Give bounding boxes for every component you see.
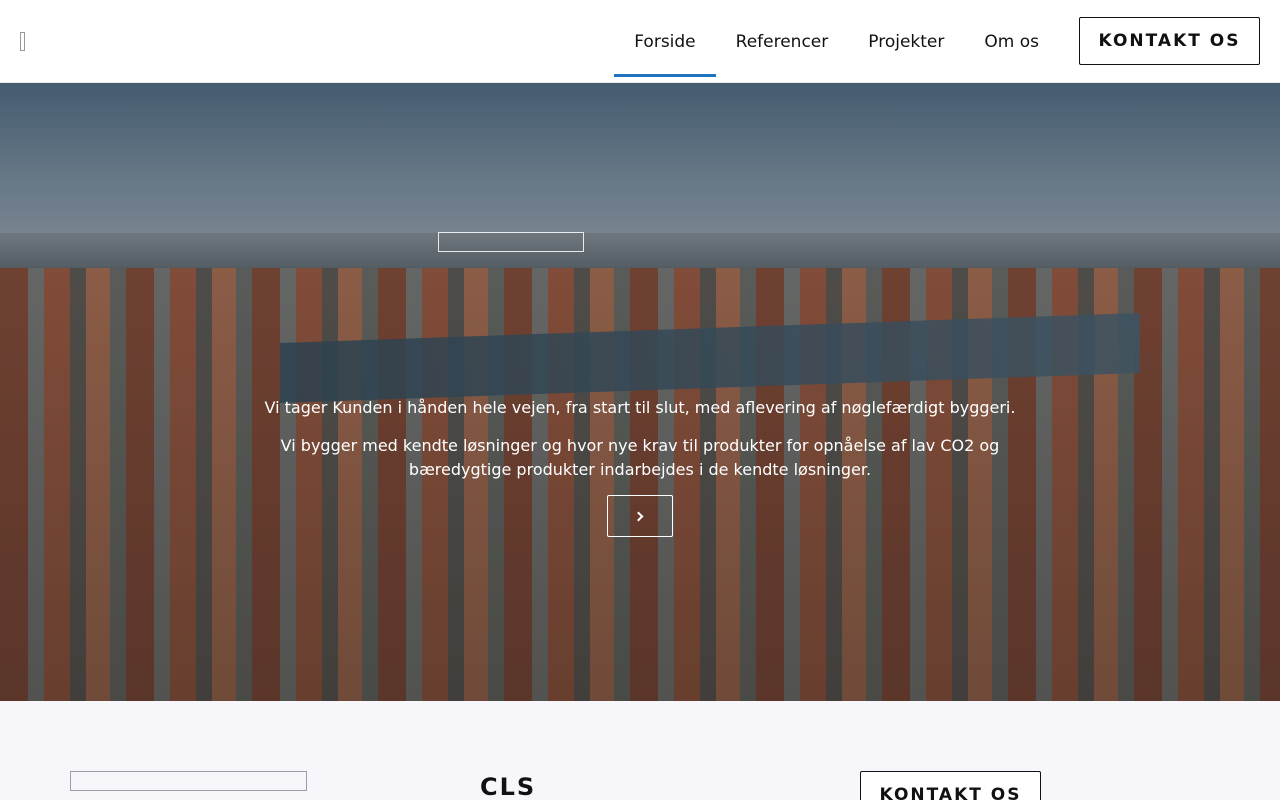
site-header: Forside Referencer Projekter Om os KONTA… (0, 0, 1280, 83)
nav-item-referencer[interactable]: Referencer (716, 0, 849, 83)
nav-item-projekter[interactable]: Projekter (848, 0, 964, 83)
header-contact-button[interactable]: KONTAKT OS (1079, 17, 1260, 65)
hero-description: Vi bygger med kendte løsninger og hvor n… (280, 436, 1000, 479)
logo-broken-image[interactable] (20, 32, 25, 51)
nav-item-om-os[interactable]: Om os (964, 0, 1059, 83)
nav-item-label: Forside (634, 31, 696, 52)
hero-overlay (0, 83, 1280, 701)
section-contact-button[interactable]: KONTAKT OS (860, 771, 1041, 800)
nav-item-label: Referencer (735, 31, 829, 52)
nav-item-label: Om os (984, 31, 1039, 52)
nav-item-label: Projekter (868, 31, 945, 52)
hero-tagline: Vi tager Kunden i hånden hele vejen, fra… (264, 398, 1016, 417)
section-title: CLS (480, 773, 537, 800)
hero-section: Vi tager Kunden i hånden hele vejen, fra… (0, 83, 1280, 701)
chevron-right-icon (633, 511, 644, 521)
nav-item-forside[interactable]: Forside (614, 0, 717, 83)
section-broken-image (70, 771, 307, 791)
main-nav: Forside Referencer Projekter Om os (614, 0, 1059, 83)
hero-next-button[interactable] (607, 495, 673, 537)
about-section: CLS KONTAKT OS (0, 701, 1280, 800)
hero-broken-image (438, 232, 584, 252)
